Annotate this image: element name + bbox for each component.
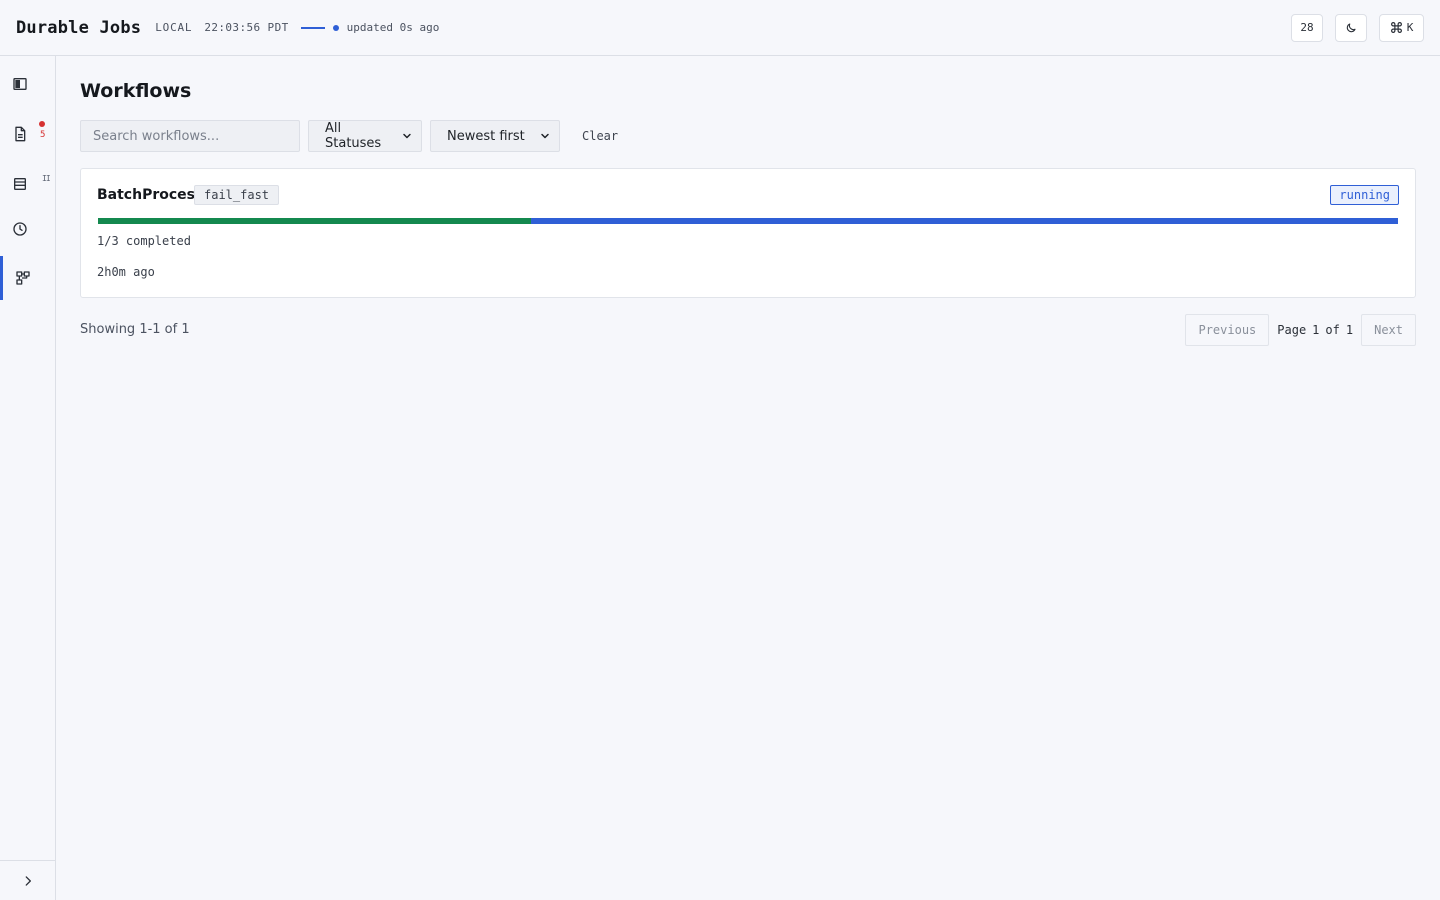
sidebar-item-workflows[interactable] [0,256,55,300]
header-actions: 28 K [1291,13,1424,42]
alert-count: 5 [40,130,46,140]
sort-value: Newest first [447,128,525,144]
env-label: LOCAL [155,21,193,34]
of-word: of [1325,323,1340,337]
command-palette-button[interactable]: K [1379,13,1424,42]
workflow-time: 2h0m ago [97,265,155,279]
status-badge: running [1330,185,1399,205]
live-indicator-dot [332,24,339,31]
results-count: Showing 1-1 of 1 [80,322,190,337]
workflow-tag: fail_fast [194,185,280,205]
workflow-card[interactable]: BatchProcess fail_fast running 1/3 compl… [80,168,1416,298]
list-icon [14,178,26,190]
pagination-row: Showing 1-1 of 1 Previous Page 1 of 1 Ne… [80,314,1416,346]
alert-dot [39,121,45,127]
total-pages: 1 [1345,323,1354,337]
page-indicator: Page 1 of 1 [1277,323,1353,337]
app-title: Durable Jobs [16,17,142,38]
clock-icon [13,222,27,236]
search-input[interactable] [80,120,300,152]
sidebar-item-documents[interactable]: 5 [0,112,55,156]
status-filter-select[interactable]: All Statuses [308,120,422,152]
page-title: Workflows [80,80,192,102]
workflow-icon [16,271,30,285]
top-bar: Durable Jobs LOCAL 22:03:56 PDT updated … [0,0,1440,56]
sidebar-item-history[interactable] [0,207,55,251]
sidebar: 5 II [0,56,56,900]
clock-display: 22:03:56 PDT [204,21,289,34]
progress-text: 1/3 completed [97,234,191,248]
theme-toggle-button[interactable] [1335,13,1367,42]
filter-bar: All Statuses Newest first Clear [80,120,618,152]
previous-page-button[interactable]: Previous [1185,314,1270,346]
sidebar-item-queues[interactable]: II [0,162,55,206]
sort-select[interactable]: Newest first [430,120,560,152]
shortcut-key: K [1406,21,1414,34]
pagination: Previous Page 1 of 1 Next [1185,314,1416,346]
updated-status: updated 0s ago [346,21,440,34]
command-icon [1390,22,1402,33]
live-indicator-line [300,26,325,29]
chevron-down-icon [403,133,411,139]
sidebar-item-dashboard[interactable] [0,62,55,106]
sidebar-collapse-button[interactable] [0,860,55,900]
current-page: 1 [1312,323,1320,337]
clear-filters-button[interactable]: Clear [582,129,618,143]
document-icon [15,126,26,142]
chevron-right-icon [25,875,31,886]
chevron-down-icon [541,133,549,139]
status-filter-value: All Statuses [325,121,382,151]
count-value: 28 [1300,21,1314,34]
workflow-name: BatchProcess [97,187,204,203]
moon-icon [1346,22,1356,32]
page-word: Page [1277,323,1307,337]
progress-bar-completed [98,218,532,224]
progress-bar [98,218,1398,224]
count-button[interactable]: 28 [1291,13,1323,42]
dashboard-icon [13,78,27,90]
paused-indicator: II [42,174,51,183]
next-page-button[interactable]: Next [1361,314,1416,346]
